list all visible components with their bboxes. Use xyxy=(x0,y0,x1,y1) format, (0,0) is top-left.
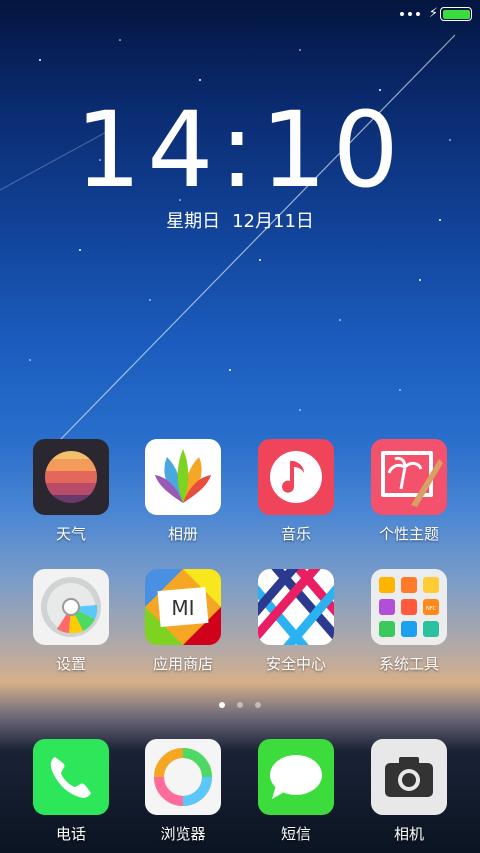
page-dot-2[interactable] xyxy=(237,702,243,708)
clock-hours: 14 xyxy=(75,89,220,211)
clock-widget[interactable]: 14:10 xyxy=(0,98,480,202)
gallery-icon xyxy=(145,439,221,515)
folder-system-tools[interactable]: NFC 系统工具 xyxy=(354,569,464,674)
app-label: 安全中心 xyxy=(265,655,326,673)
charging-icon: ⚡ xyxy=(428,6,438,21)
signal-dots-icon xyxy=(400,12,420,16)
app-store-icon: MI xyxy=(145,569,221,645)
dock-camera[interactable]: 相机 xyxy=(354,739,464,844)
battery-icon xyxy=(440,7,472,21)
date-line: 星期日 12月11日 xyxy=(0,207,480,233)
app-security[interactable]: 安全中心 xyxy=(241,569,351,674)
clock-minutes: 10 xyxy=(260,89,405,211)
nfc-text: NFC xyxy=(426,606,437,612)
app-label: 相机 xyxy=(393,825,424,843)
status-bar: ⚡ xyxy=(0,0,480,30)
app-label: 短信 xyxy=(280,825,311,843)
dock-browser[interactable]: 浏览器 xyxy=(128,739,238,844)
app-label: 音乐 xyxy=(280,525,311,543)
app-label: 电话 xyxy=(55,825,86,843)
page-dot-3[interactable] xyxy=(255,702,261,708)
page-dot-1[interactable] xyxy=(219,702,225,708)
settings-icon xyxy=(33,569,109,645)
dock-messages[interactable]: 短信 xyxy=(241,739,351,844)
system-tools-folder-icon: NFC xyxy=(371,569,447,645)
app-gallery[interactable]: 相册 xyxy=(128,439,238,544)
app-label: 应用商店 xyxy=(152,655,213,673)
app-themes[interactable]: 个性主题 xyxy=(354,439,464,544)
app-music[interactable]: 音乐 xyxy=(241,439,351,544)
app-label: 天气 xyxy=(55,525,86,543)
music-icon xyxy=(258,439,334,515)
app-label: 设置 xyxy=(55,655,86,673)
clock-separator: : xyxy=(219,89,261,211)
themes-icon xyxy=(371,439,447,515)
date-day: 12月11日 xyxy=(232,211,314,232)
security-icon xyxy=(258,569,334,645)
page-indicator[interactable] xyxy=(0,702,480,708)
app-label: 浏览器 xyxy=(160,825,206,843)
weather-icon xyxy=(33,439,109,515)
app-settings[interactable]: 设置 xyxy=(16,569,126,674)
app-label: 相册 xyxy=(167,525,198,543)
browser-icon xyxy=(145,739,221,815)
phone-icon xyxy=(33,739,109,815)
mi-logo-text: MI xyxy=(171,596,194,620)
app-app-store[interactable]: MI 应用商店 xyxy=(128,569,238,674)
weekday: 星期日 xyxy=(166,211,221,232)
app-weather[interactable]: 天气 xyxy=(16,439,126,544)
camera-icon xyxy=(371,739,447,815)
dock-phone[interactable]: 电话 xyxy=(16,739,126,844)
app-label: 个性主题 xyxy=(378,525,439,543)
app-label: 系统工具 xyxy=(378,655,439,673)
messages-icon xyxy=(258,739,334,815)
